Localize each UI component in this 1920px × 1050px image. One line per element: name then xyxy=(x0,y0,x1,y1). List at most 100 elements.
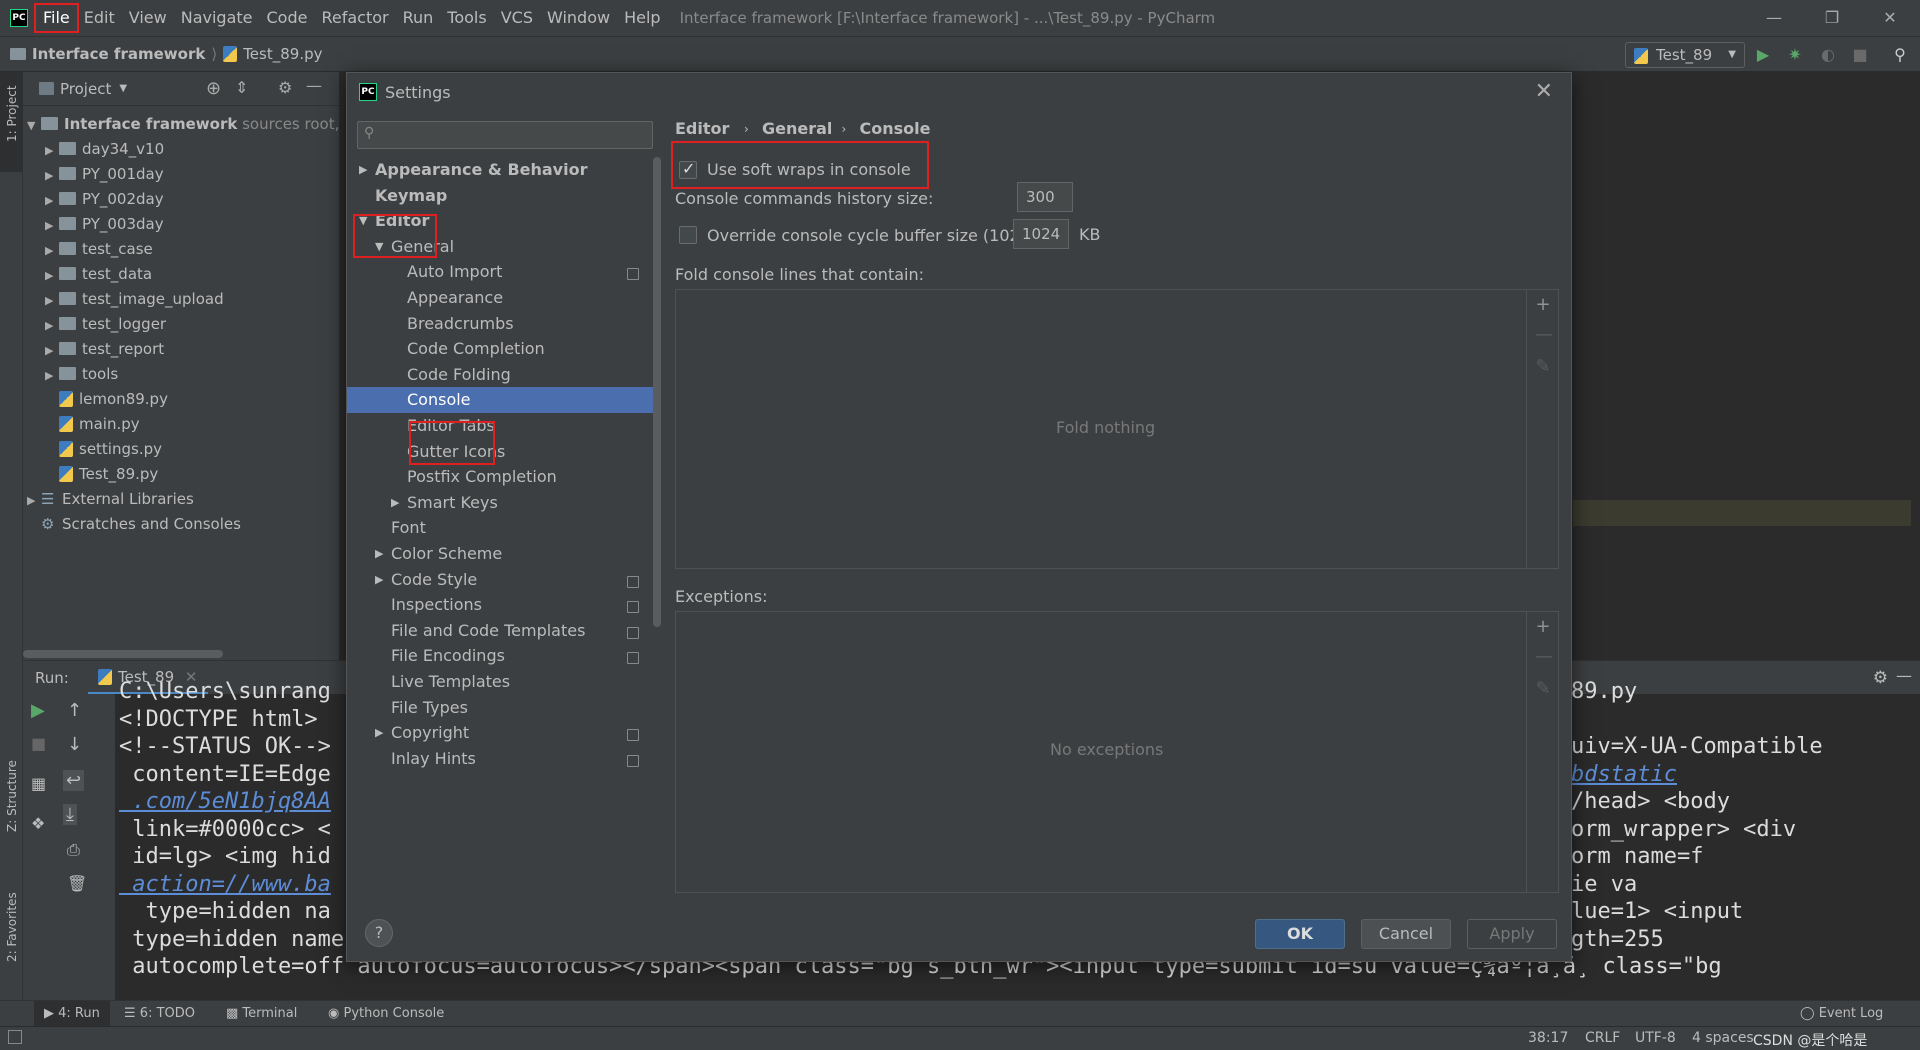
rerun-icon[interactable]: ▶ xyxy=(31,700,45,721)
tree-item-folder[interactable]: ▶ test_data xyxy=(45,262,152,287)
chevron-down-icon[interactable]: ▼ xyxy=(119,83,127,94)
menu-navigate[interactable]: Navigate xyxy=(174,5,260,31)
settings-item-postfix-completion[interactable]: Postfix Completion xyxy=(347,464,659,490)
gear-icon[interactable]: ⚙ xyxy=(278,78,292,97)
hide-panel-icon[interactable]: — xyxy=(306,76,322,95)
breadcrumb-item[interactable]: Editor xyxy=(675,119,729,138)
tree-item-folder[interactable]: ▶ day34_v10 xyxy=(45,137,164,162)
up-arrow-icon[interactable]: ↑ xyxy=(67,700,82,721)
settings-tree-scrollbar[interactable] xyxy=(653,157,661,627)
soft-wrap-icon[interactable]: ↩ xyxy=(63,770,85,791)
tree-item-folder[interactable]: ▶ PY_003day xyxy=(45,212,164,237)
settings-item-live-templates[interactable]: Live Templates xyxy=(347,669,659,695)
menu-help[interactable]: Help xyxy=(617,5,667,31)
collapse-all-icon[interactable]: ⇕ xyxy=(235,78,248,97)
settings-item-auto-import[interactable]: Auto Import xyxy=(347,259,659,285)
settings-item-editor-tabs[interactable]: Editor Tabs xyxy=(347,413,659,439)
debug-icon[interactable]: ✷ xyxy=(1785,45,1805,65)
event-log-button[interactable]: ◯ Event Log xyxy=(1800,1001,1883,1027)
print-icon[interactable]: ⎙ xyxy=(67,840,80,860)
down-arrow-icon[interactable]: ↓ xyxy=(67,734,82,755)
favorites-tool-label[interactable]: 2: Favorites xyxy=(5,892,19,962)
search-everywhere-icon[interactable]: ⚲ xyxy=(1890,45,1910,65)
menu-code[interactable]: Code xyxy=(260,5,315,31)
history-size-input[interactable]: 300 xyxy=(1017,182,1073,212)
tree-item-folder[interactable]: ▶ test_report xyxy=(45,337,164,362)
cancel-button[interactable]: Cancel xyxy=(1361,919,1451,949)
tree-item-folder[interactable]: ▶ test_logger xyxy=(45,312,166,337)
menu-window[interactable]: Window xyxy=(540,5,617,31)
settings-item-inlay-hints[interactable]: Inlay Hints xyxy=(347,746,659,772)
hide-panel-icon[interactable]: — xyxy=(1896,666,1912,685)
settings-item-copyright[interactable]: ▶ Copyright xyxy=(347,720,659,746)
indent-setting[interactable]: 4 spaces xyxy=(1692,1030,1754,1046)
tree-item-folder[interactable]: ▶ tools xyxy=(45,362,118,387)
menu-edit[interactable]: Edit xyxy=(77,5,122,31)
settings-item-font[interactable]: Font xyxy=(347,515,659,541)
restore-icon[interactable]: ❐ xyxy=(1803,0,1861,36)
settings-item-keymap[interactable]: Keymap xyxy=(347,183,659,209)
run-configuration-select[interactable]: Test_89 ▼ xyxy=(1625,42,1745,68)
caret-position[interactable]: 38:17 xyxy=(1528,1030,1568,1046)
trash-icon[interactable]: 🗑 xyxy=(67,874,87,893)
minimize-icon[interactable]: — xyxy=(1745,0,1803,36)
settings-item-smart-keys[interactable]: ▶ Smart Keys xyxy=(347,490,659,516)
tool-tab-terminal[interactable]: ▩ Terminal xyxy=(226,1001,297,1027)
settings-item-appearance-behavior[interactable]: ▶ Appearance & Behavior xyxy=(347,157,659,183)
fold-lines-list[interactable]: Fold nothing + — ✎ xyxy=(675,289,1559,569)
edit-icon[interactable]: ✎ xyxy=(1535,356,1551,377)
apply-button[interactable]: Apply xyxy=(1467,919,1557,949)
settings-item-gutter-icons[interactable]: Gutter Icons xyxy=(347,439,659,465)
ok-button[interactable]: OK xyxy=(1255,919,1345,949)
settings-item-inspections[interactable]: Inspections xyxy=(347,592,659,618)
horizontal-scrollbar[interactable] xyxy=(23,650,223,658)
settings-item-breadcrumbs[interactable]: Breadcrumbs xyxy=(347,311,659,337)
help-button[interactable]: ? xyxy=(365,919,393,947)
tree-item-root[interactable]: ▼ Interface framework sources root, xyxy=(27,112,339,137)
gear-icon[interactable]: ⚙ xyxy=(1873,668,1888,688)
settings-item-code-style[interactable]: ▶ Code Style xyxy=(347,567,659,593)
scroll-to-end-icon[interactable]: ⤓ xyxy=(63,804,77,825)
tree-item-folder[interactable]: ▶ test_case xyxy=(45,237,153,262)
settings-item-code-completion[interactable]: Code Completion xyxy=(347,336,659,362)
tree-item-file[interactable]: Test_89.py xyxy=(45,462,158,487)
tree-item-scratches[interactable]: ⚙ Scratches and Consoles xyxy=(27,512,241,537)
coverage-icon[interactable]: ◐ xyxy=(1818,45,1838,65)
line-separator[interactable]: CRLF xyxy=(1585,1030,1620,1046)
buffer-size-input[interactable]: 1024 xyxy=(1013,219,1069,249)
tree-item-file[interactable]: lemon89.py xyxy=(45,387,168,412)
run-icon[interactable]: ▶ xyxy=(1753,45,1773,65)
tool-tab-todo[interactable]: ☰ 6: TODO xyxy=(124,1001,195,1027)
menu-vcs[interactable]: VCS xyxy=(494,5,540,31)
stop-icon[interactable]: ■ xyxy=(31,734,46,753)
tree-item-file[interactable]: main.py xyxy=(45,412,140,437)
layout-toggle-icon[interactable] xyxy=(8,1030,22,1044)
project-tool-tab[interactable]: 1: Project xyxy=(0,72,23,172)
breadcrumb-project[interactable]: Interface framework ⟩ xyxy=(10,45,223,63)
locate-icon[interactable]: ⊕ xyxy=(206,78,221,99)
tool-tab-run[interactable]: ▶ 4: Run xyxy=(34,1001,110,1027)
settings-item-file-encodings[interactable]: File Encodings xyxy=(347,643,659,669)
exceptions-list[interactable]: No exceptions + — ✎ xyxy=(675,611,1559,893)
tree-item-folder[interactable]: ▶ PY_002day xyxy=(45,187,164,212)
breadcrumb-file[interactable]: Test_89.py xyxy=(223,45,322,63)
tree-item-folder[interactable]: ▶ PY_001day xyxy=(45,162,164,187)
override-buffer-checkbox[interactable] xyxy=(679,226,697,244)
menu-view[interactable]: View xyxy=(122,5,174,31)
project-panel-title[interactable]: Project xyxy=(60,80,111,98)
breadcrumb-item[interactable]: General xyxy=(762,119,832,138)
add-icon[interactable]: + xyxy=(1535,616,1551,637)
settings-item-appearance[interactable]: Appearance xyxy=(347,285,659,311)
close-window-icon[interactable]: ✕ xyxy=(1861,0,1919,36)
remove-icon[interactable]: — xyxy=(1535,324,1553,345)
structure-tool-label[interactable]: Z: Structure xyxy=(5,760,19,832)
settings-item-file-and-code-templates[interactable]: File and Code Templates xyxy=(347,618,659,644)
override-buffer-label[interactable]: Override console cycle buffer size (1024… xyxy=(707,226,1063,245)
settings-search-input[interactable]: ⚲ xyxy=(357,121,653,149)
remove-icon[interactable]: — xyxy=(1535,646,1553,667)
menu-tools[interactable]: Tools xyxy=(440,5,493,31)
edit-icon[interactable]: ✎ xyxy=(1535,678,1551,699)
settings-item-file-types[interactable]: File Types xyxy=(347,695,659,721)
layout-icon[interactable]: ▦ xyxy=(31,774,46,793)
stop-icon[interactable]: ■ xyxy=(1850,45,1870,65)
